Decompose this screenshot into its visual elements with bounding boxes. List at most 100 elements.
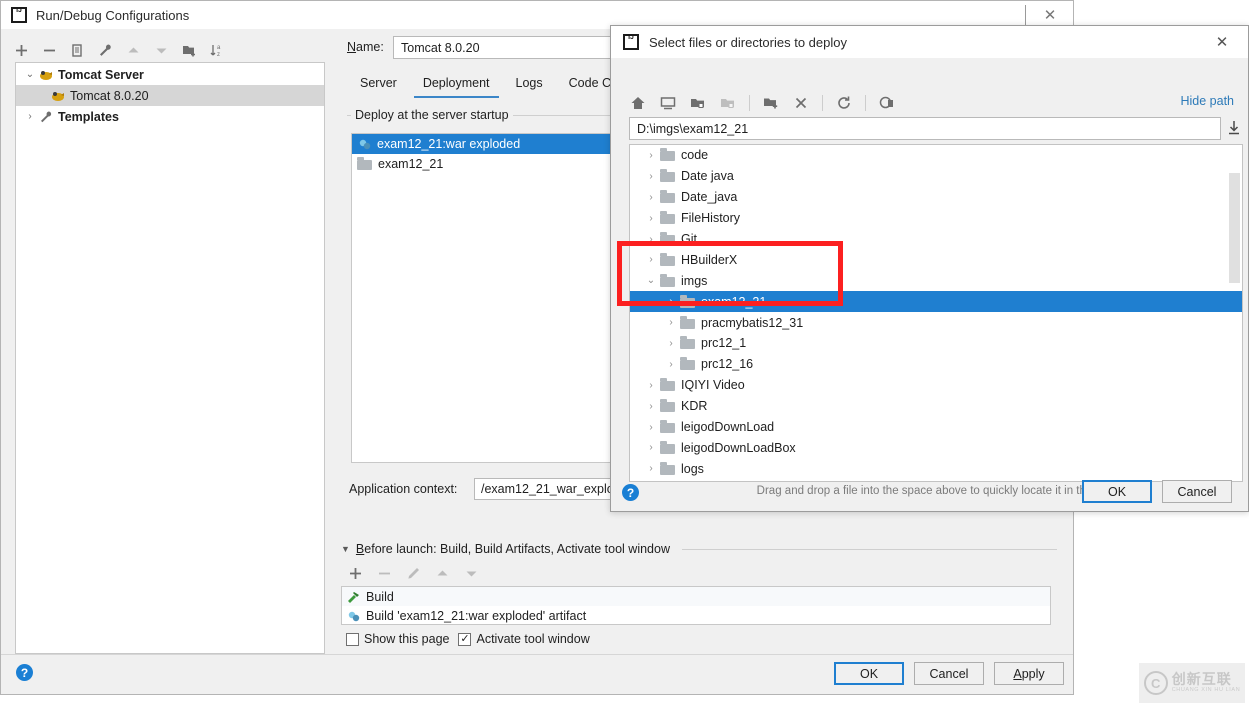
- list-item[interactable]: Build: [342, 587, 1050, 606]
- toolbar-separator: [865, 95, 866, 111]
- chevron-right-icon[interactable]: ›: [662, 317, 680, 328]
- deployment-list[interactable]: exam12_21:war exploded exam12_21: [351, 133, 611, 463]
- chevron-right-icon[interactable]: ›: [642, 463, 660, 474]
- checkbox-box[interactable]: ✓: [458, 632, 472, 646]
- tree-item-pracmybatis12-31[interactable]: › pracmybatis12_31: [630, 312, 1242, 333]
- list-item[interactable]: Build 'exam12_21:war exploded' artifact: [342, 606, 1050, 625]
- tree-item-kdr[interactable]: › KDR: [630, 396, 1242, 417]
- close-icon[interactable]: ✕: [1202, 26, 1242, 58]
- show-this-page-checkbox[interactable]: Show this page: [346, 632, 449, 646]
- project-folder-icon[interactable]: [689, 94, 707, 112]
- activate-tool-window-checkbox[interactable]: ✓ Activate tool window: [458, 632, 590, 646]
- tree-item-tomcat-8-0-20[interactable]: Tomcat 8.0.20: [16, 85, 324, 106]
- list-item[interactable]: exam12_21: [352, 154, 610, 174]
- sort-alphabetically-icon[interactable]: az: [209, 42, 226, 59]
- tree-item-code[interactable]: › code: [630, 145, 1242, 166]
- tree-item-label: Templates: [58, 109, 119, 124]
- chevron-right-icon[interactable]: ›: [642, 171, 660, 182]
- apply-button[interactable]: Apply: [994, 662, 1064, 685]
- refresh-icon[interactable]: [835, 94, 853, 112]
- copy-icon[interactable]: [69, 42, 86, 59]
- tab-deployment[interactable]: Deployment: [410, 71, 503, 98]
- move-down-icon[interactable]: [153, 42, 170, 59]
- tree-item-label: logs: [681, 461, 704, 476]
- page-title: Run/Debug Configurations: [36, 7, 190, 23]
- edit-icon[interactable]: [405, 565, 422, 582]
- delete-icon[interactable]: [792, 94, 810, 112]
- tree-item-tomcat-server[interactable]: ⌄ Tomcat Server: [16, 64, 324, 85]
- activate-tool-window-label: Activate tool window: [476, 632, 590, 646]
- configurations-tree[interactable]: ⌄ Tomcat Server Tomcat 8.0.20 › Template…: [15, 62, 325, 654]
- file-dialog-buttons: OK Cancel: [1082, 480, 1232, 503]
- tree-item-label: pracmybatis12_31: [701, 315, 804, 330]
- watermark-pinyin: CHUANG XIN HU LIAN: [1171, 687, 1241, 694]
- main-dialog-buttons: OK Cancel Apply: [834, 662, 1064, 685]
- new-folder-icon[interactable]: [762, 94, 780, 112]
- toolbar-separator: [822, 95, 823, 111]
- before-launch-list[interactable]: Build Build 'exam12_21:war exploded' art…: [341, 586, 1051, 625]
- help-icon[interactable]: ?: [16, 664, 33, 681]
- remove-icon[interactable]: [41, 42, 58, 59]
- tree-item-filehistory[interactable]: › FileHistory: [630, 208, 1242, 229]
- tree-item-logs[interactable]: › logs: [630, 458, 1242, 479]
- tree-item-prc12-16[interactable]: › prc12_16: [630, 354, 1242, 375]
- folder-icon: [660, 461, 675, 475]
- cancel-button[interactable]: Cancel: [914, 662, 984, 685]
- show-hidden-files-icon[interactable]: [878, 94, 896, 112]
- tree-item-iqiyi-video[interactable]: › IQIYI Video: [630, 375, 1242, 396]
- chevron-right-icon[interactable]: ›: [642, 380, 660, 391]
- tree-item-prc12-1[interactable]: › prc12_1: [630, 333, 1242, 354]
- directory-tree[interactable]: › code › Date java › Date_java › FileHis…: [629, 144, 1243, 482]
- tree-item-leigoddownloadbox[interactable]: › leigodDownLoadBox: [630, 437, 1242, 458]
- vertical-scrollbar[interactable]: [1229, 173, 1240, 283]
- watermark-text: 创新互联 CHUANG XIN HU LIAN: [1172, 672, 1241, 694]
- watermark: C 创新互联 CHUANG XIN HU LIAN: [1139, 663, 1245, 703]
- new-folder-icon[interactable]: [181, 42, 198, 59]
- move-down-icon[interactable]: [463, 565, 480, 582]
- ok-button[interactable]: OK: [1082, 480, 1152, 503]
- chevron-right-icon[interactable]: ›: [662, 338, 680, 349]
- artifact-icon: [357, 137, 373, 151]
- chevron-right-icon[interactable]: ›: [642, 213, 660, 224]
- chevron-right-icon[interactable]: ›: [642, 150, 660, 161]
- application-context-input[interactable]: /exam12_21_war_exploded: [474, 478, 614, 500]
- tree-item-label: Date java: [681, 169, 734, 184]
- application-context-value: /exam12_21_war_exploded: [481, 482, 614, 496]
- chevron-down-icon[interactable]: ▼: [341, 544, 350, 554]
- apply-mnemonic: A: [1013, 666, 1022, 681]
- chevron-down-icon[interactable]: ⌄: [22, 69, 38, 80]
- remove-icon[interactable]: [376, 565, 393, 582]
- collapse-path-icon[interactable]: [1225, 118, 1243, 138]
- desktop-icon[interactable]: [659, 94, 677, 112]
- tree-item-leigoddownload[interactable]: › leigodDownLoad: [630, 417, 1242, 438]
- add-icon[interactable]: [13, 42, 30, 59]
- ok-button[interactable]: OK: [834, 662, 904, 685]
- move-up-icon[interactable]: [434, 565, 451, 582]
- add-icon[interactable]: [347, 565, 364, 582]
- tree-item-date-java-underscore[interactable]: › Date_java: [630, 187, 1242, 208]
- home-icon[interactable]: [629, 94, 647, 112]
- move-up-icon[interactable]: [125, 42, 142, 59]
- chevron-right-icon[interactable]: ›: [642, 401, 660, 412]
- chevron-right-icon[interactable]: ›: [642, 422, 660, 433]
- tree-item-templates[interactable]: › Templates: [16, 106, 324, 127]
- chevron-right-icon[interactable]: ›: [22, 111, 38, 122]
- chevron-right-icon[interactable]: ›: [642, 192, 660, 203]
- application-context-label: Application context:: [349, 482, 458, 496]
- chevron-right-icon[interactable]: ›: [662, 359, 680, 370]
- checkbox-box[interactable]: [346, 632, 359, 646]
- tab-logs[interactable]: Logs: [503, 71, 556, 98]
- help-icon[interactable]: ?: [622, 484, 639, 501]
- tree-item-date-java[interactable]: › Date java: [630, 166, 1242, 187]
- tab-server[interactable]: Server: [347, 71, 410, 98]
- list-item-label: Build 'exam12_21:war exploded' artifact: [366, 608, 587, 623]
- path-input[interactable]: D:\imgs\exam12_21: [629, 117, 1221, 140]
- edit-templates-icon[interactable]: [97, 42, 114, 59]
- folder-icon: [660, 440, 675, 454]
- cancel-button[interactable]: Cancel: [1162, 480, 1232, 503]
- list-item[interactable]: exam12_21:war exploded: [352, 134, 610, 154]
- chevron-right-icon[interactable]: ›: [642, 442, 660, 453]
- intellij-idea-logo: [11, 7, 27, 23]
- hide-path-link[interactable]: Hide path: [1180, 94, 1234, 108]
- list-item-label: exam12_21: [378, 157, 444, 171]
